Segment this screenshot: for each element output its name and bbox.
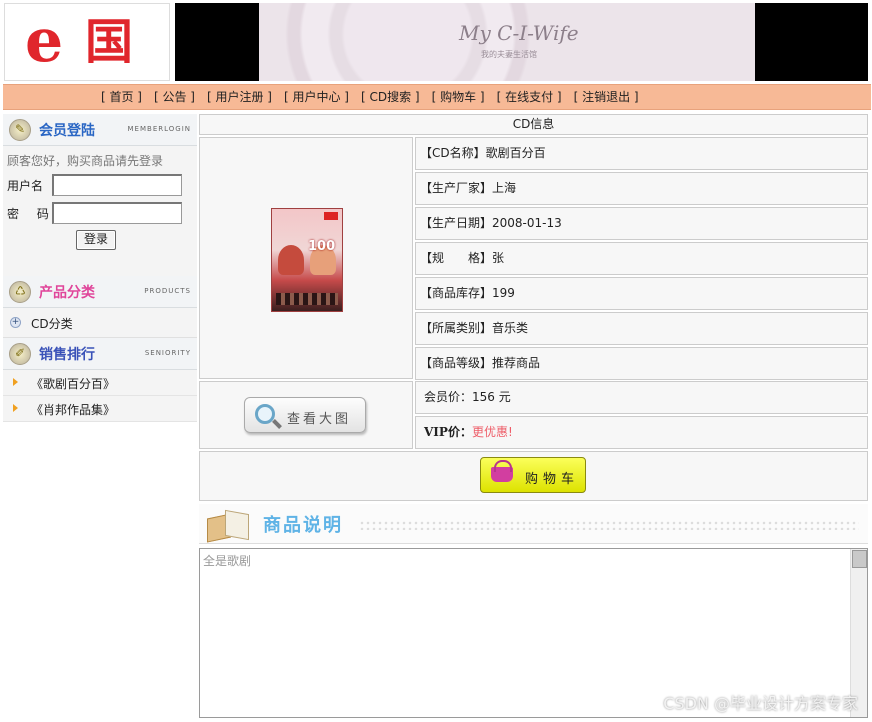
- member-login-title: 会员登陆: [39, 123, 95, 139]
- ranking-item[interactable]: 《歌剧百分百》: [3, 370, 197, 396]
- cover-strip: [276, 293, 338, 305]
- nav-home[interactable]: [ 首页 ]: [95, 88, 148, 106]
- basket-icon: [491, 460, 513, 482]
- logo-guo: 国: [85, 14, 134, 70]
- products-en: PRODUCTS: [144, 287, 191, 295]
- login-hint: 顾客您好，购买商品请先登录: [7, 154, 164, 168]
- cover-cell: 100: [199, 137, 413, 379]
- cd-cover-image[interactable]: 100: [271, 208, 343, 312]
- username-label: 用户名: [7, 179, 44, 193]
- dotted-divider: [359, 520, 859, 530]
- login-form: 顾客您好，购买商品请先登录 用户名 密 码 登录: [3, 146, 197, 276]
- ranking-label: 《歌剧百分百》: [31, 377, 116, 391]
- nav-user-center[interactable]: [ 用户中心 ]: [278, 88, 355, 106]
- cd-info-header: CD信息: [199, 114, 868, 135]
- view-large-label: 查看大图: [287, 412, 352, 427]
- add-to-cart-button[interactable]: 购物车: [480, 457, 586, 493]
- site-logo[interactable]: e 国: [4, 3, 170, 81]
- nav-online-pay[interactable]: [ 在线支付 ]: [491, 88, 568, 106]
- banner-sub: 我的夫妻生活馆: [481, 50, 537, 59]
- info-stock: 【商品库存】199: [415, 277, 868, 310]
- sidebar: ✎ 会员登陆 MEMBERLOGIN 顾客您好，购买商品请先登录 用户名 密 码…: [3, 114, 197, 422]
- arrow-right-icon: [13, 378, 18, 386]
- logo-e: e: [25, 6, 64, 76]
- products-title: 产品分类: [39, 285, 95, 301]
- info-cd-name: 【CD名称】歌剧百分百: [415, 137, 868, 170]
- info-grade: 【商品等级】推荐商品: [415, 347, 868, 380]
- member-price: 会员价：156 元: [415, 381, 868, 414]
- ranking-item[interactable]: 《肖邦作品集》: [3, 396, 197, 422]
- description-header: 商品说明: [199, 504, 868, 544]
- watermark: CSDN @毕业设计方案专家: [663, 694, 858, 713]
- banner-image: My C-I-Wife 我的夫妻生活馆: [259, 3, 755, 81]
- cover-figure: [278, 245, 304, 275]
- ranking-label: 《肖邦作品集》: [31, 403, 116, 417]
- plus-icon: +: [10, 317, 21, 328]
- products-icon: ♺: [9, 281, 31, 303]
- ranking-en: SENIORITY: [144, 349, 191, 357]
- vip-price-row: VIP价：更优惠!: [415, 416, 868, 449]
- ranking-icon: ✐: [9, 343, 31, 365]
- arrow-right-icon: [13, 404, 18, 412]
- nav-register[interactable]: [ 用户注册 ]: [201, 88, 278, 106]
- ranking-title: 销售排行: [39, 347, 95, 363]
- view-large-button[interactable]: 查看大图: [244, 397, 366, 433]
- vip-price-label: VIP价：: [424, 425, 472, 439]
- cover-badge: 100: [308, 239, 336, 254]
- magnifier-icon: [255, 404, 275, 424]
- cover-tag: [324, 212, 338, 220]
- book-icon: [207, 508, 261, 543]
- password-label: 密 码: [7, 207, 56, 221]
- category-label: CD分类: [31, 317, 73, 331]
- products-header: ♺ 产品分类 PRODUCTS: [3, 276, 197, 308]
- login-button[interactable]: 登录: [76, 230, 116, 250]
- info-manufacturer: 【生产厂家】上海: [415, 172, 868, 205]
- cart-cell: 购物车: [199, 451, 868, 501]
- nav-cart[interactable]: [ 购物车 ]: [426, 88, 491, 106]
- info-category: 【所属类别】音乐类: [415, 312, 868, 345]
- info-spec: 【规 格】张: [415, 242, 868, 275]
- category-item[interactable]: + CD分类: [3, 308, 197, 338]
- scrollbar-thumb[interactable]: [852, 550, 867, 568]
- username-input[interactable]: [52, 174, 182, 196]
- ranking-header: ✐ 销售排行 SENIORITY: [3, 338, 197, 370]
- nav-logout[interactable]: [ 注销退出 ]: [568, 88, 645, 106]
- vip-price-value: 更优惠!: [471, 425, 513, 439]
- main-content: CD信息 100 【CD名称】歌剧百分百 【生产厂家】上海 【生产日期】2008…: [199, 114, 868, 718]
- password-input[interactable]: [52, 202, 182, 224]
- member-icon: ✎: [9, 119, 31, 141]
- nav-cd-search[interactable]: [ CD搜索 ]: [355, 88, 426, 106]
- main-nav: [ 首页 ] [ 公告 ] [ 用户注册 ] [ 用户中心 ] [ CD搜索 ]…: [3, 84, 871, 110]
- site-header: e 国 My C-I-Wife 我的夫妻生活馆: [0, 0, 872, 84]
- banner-brand: My C-I-Wife: [459, 21, 579, 45]
- view-large-cell: 查看大图: [199, 381, 413, 449]
- banner: My C-I-Wife 我的夫妻生活馆: [175, 3, 868, 81]
- member-login-en: MEMBERLOGIN: [127, 125, 191, 133]
- nav-notice[interactable]: [ 公告 ]: [148, 88, 201, 106]
- description-title: 商品说明: [263, 515, 343, 536]
- description-text: 全是歌剧: [203, 554, 252, 568]
- cart-label: 购物车: [525, 472, 580, 487]
- member-login-header: ✎ 会员登陆 MEMBERLOGIN: [3, 114, 197, 146]
- info-date: 【生产日期】2008-01-13: [415, 207, 868, 240]
